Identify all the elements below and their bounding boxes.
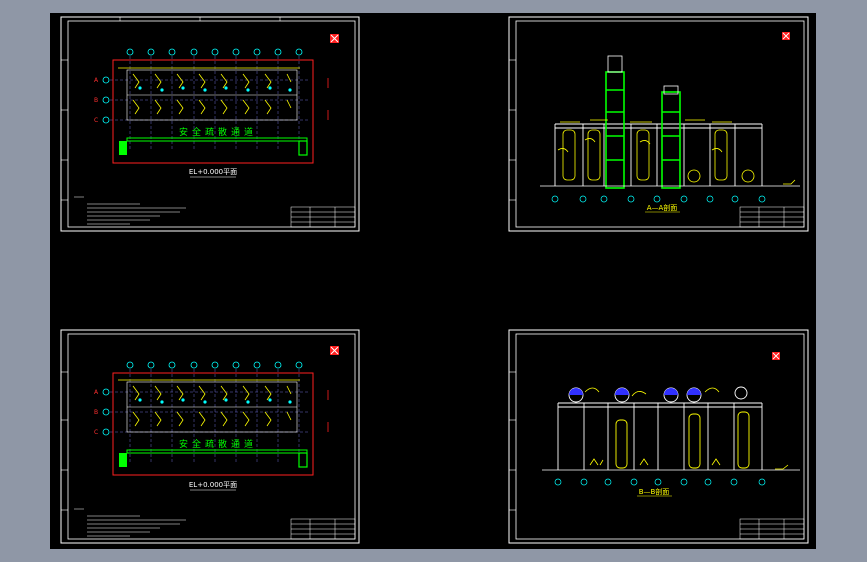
row-label-c: C: [94, 117, 98, 124]
company-logo-icon: [330, 34, 339, 43]
cad-canvas[interactable]: A B C 安全疏散通道 EL+0.000平面 A—A剖面 A B C 安全疏散…: [0, 0, 867, 562]
row-label-b: B: [94, 409, 98, 416]
evacuation-band-label: 安全疏散通道: [179, 126, 257, 138]
drawing-background: [50, 13, 816, 549]
elevation-title: A—A剖面: [647, 203, 678, 212]
row-label-c: C: [94, 429, 98, 436]
evacuation-band-label: 安全疏散通道: [179, 438, 257, 450]
plan-title: EL+0.000平面: [189, 481, 237, 489]
company-logo-icon: [782, 32, 790, 40]
elevation-title: B—B剖面: [639, 487, 670, 496]
company-logo-icon: [330, 346, 339, 355]
stair-left: [119, 453, 127, 467]
plan-title: EL+0.000平面: [189, 168, 237, 176]
company-logo-icon: [772, 352, 780, 360]
stair-left: [119, 141, 127, 155]
row-label-b: B: [94, 97, 98, 104]
